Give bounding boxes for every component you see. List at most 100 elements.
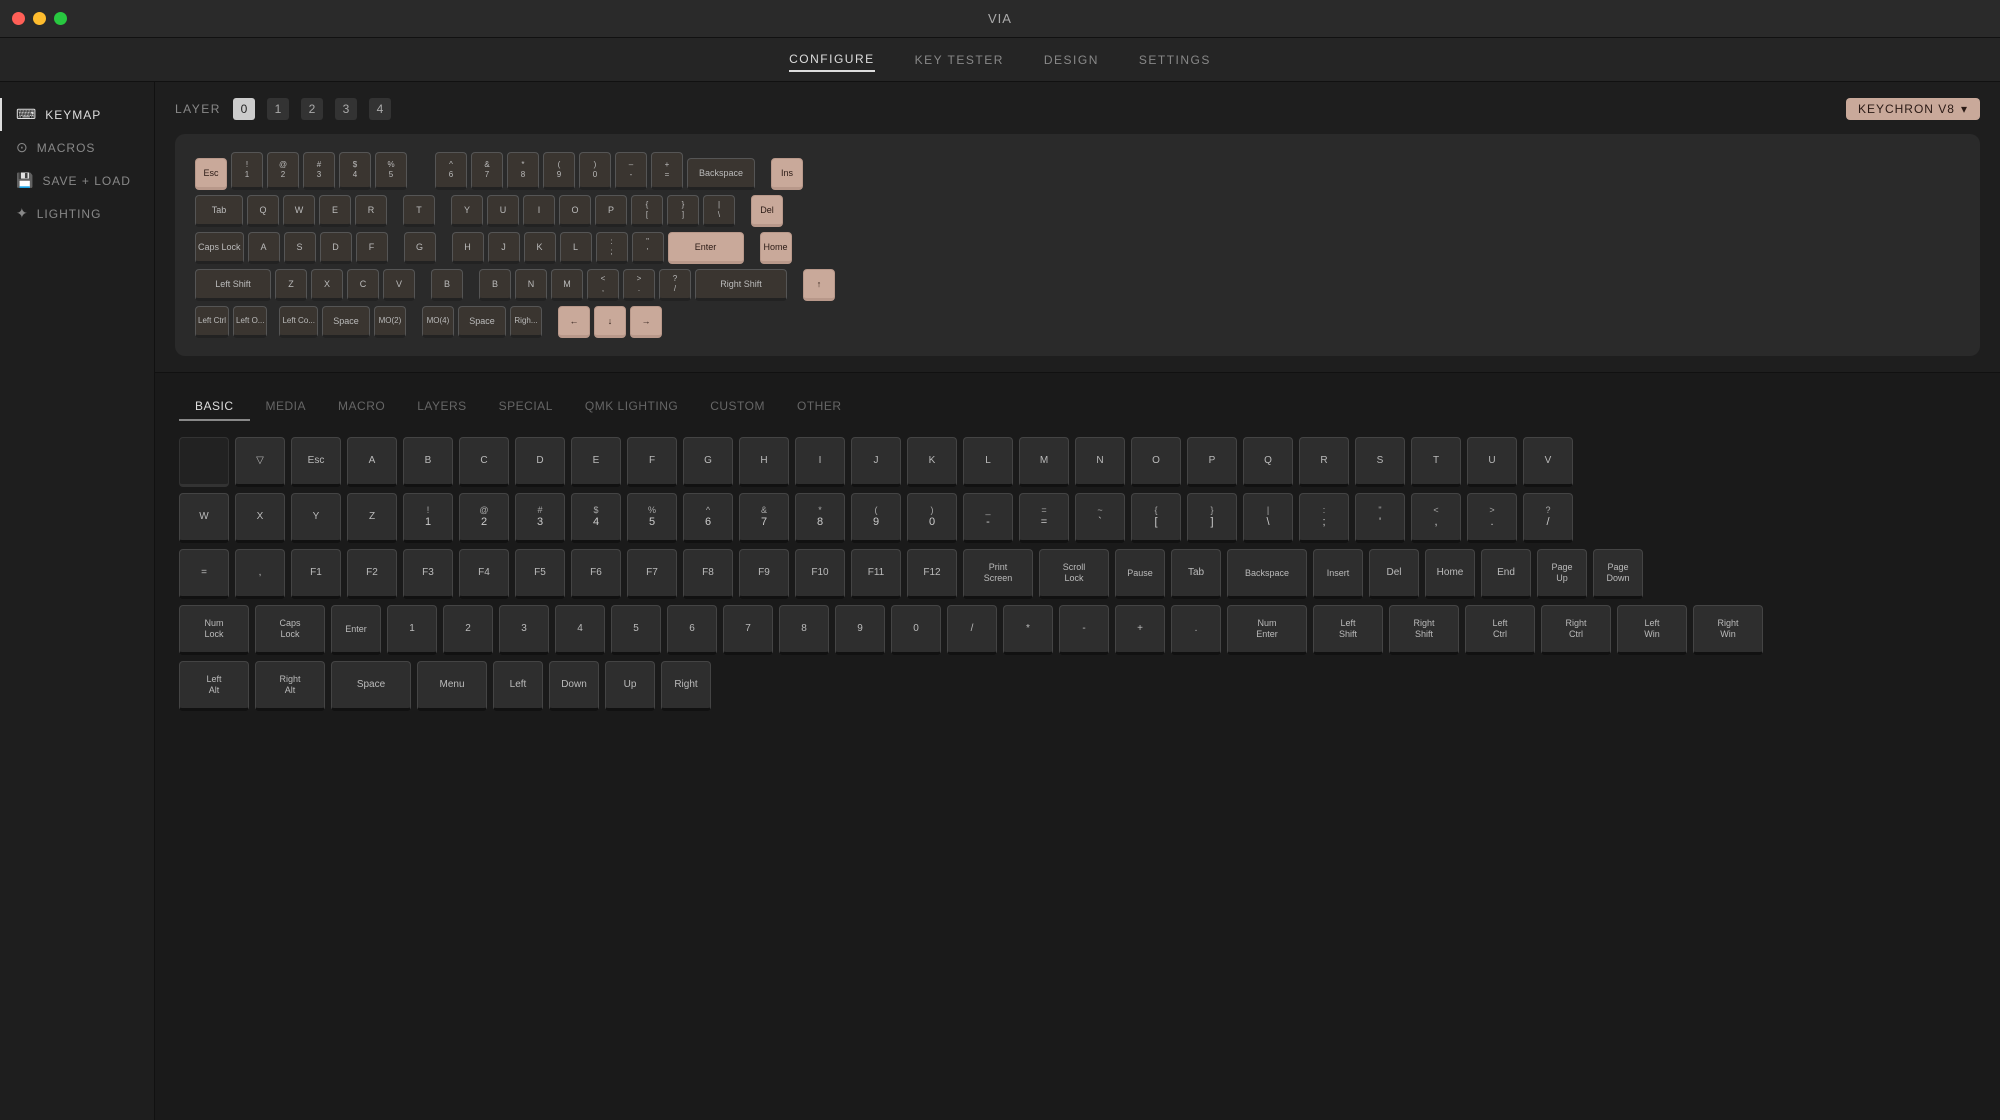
key-y[interactable]: Y [451,195,483,227]
panel-key-f1[interactable]: F1 [291,549,341,599]
panel-key-num2[interactable]: 2 [443,605,493,655]
key-9[interactable]: (9 [543,152,575,190]
key-lctrl[interactable]: Left Ctrl [195,306,229,338]
key-1[interactable]: !1 [231,152,263,190]
key-i[interactable]: I [523,195,555,227]
key-h[interactable]: H [452,232,484,264]
key-lmeta[interactable]: Left Co... [279,306,317,338]
device-badge[interactable]: KEYCHRON V8 ▾ [1846,98,1980,120]
key-period[interactable]: >. [623,269,655,301]
panel-key-equals[interactable]: == [1019,493,1069,543]
panel-key-colon[interactable]: :; [1299,493,1349,543]
panel-nav-custom[interactable]: CUSTOM [694,393,781,421]
panel-key-rctrl[interactable]: RightCtrl [1541,605,1611,655]
key-r[interactable]: R [355,195,387,227]
panel-key-v[interactable]: V [1523,437,1573,487]
key-backslash[interactable]: |\ [703,195,735,227]
key-up[interactable]: ↑ [803,269,835,301]
panel-key-t[interactable]: T [1411,437,1461,487]
panel-key-tab[interactable]: Tab [1171,549,1221,599]
key-7[interactable]: &7 [471,152,503,190]
panel-key-f11[interactable]: F11 [851,549,901,599]
panel-key-d[interactable]: D [515,437,565,487]
maximize-button[interactable] [54,12,67,25]
key-equals[interactable]: += [651,152,683,190]
panel-key-u[interactable]: U [1467,437,1517,487]
panel-key-num4[interactable]: 4 [555,605,605,655]
panel-key-backslash[interactable]: |\ [1243,493,1293,543]
panel-key-6[interactable]: ^6 [683,493,733,543]
panel-key-y[interactable]: Y [291,493,341,543]
key-n[interactable]: N [515,269,547,301]
sidebar-item-save-load[interactable]: 💾 SAVE + LOAD [0,164,154,197]
nav-design[interactable]: DESIGN [1044,49,1099,71]
key-v[interactable]: V [383,269,415,301]
key-d[interactable]: D [320,232,352,264]
key-down[interactable]: ↓ [594,306,626,338]
panel-key-9[interactable]: (9 [851,493,901,543]
panel-key-menu[interactable]: Menu [417,661,487,711]
layer-btn-3[interactable]: 3 [335,98,357,120]
panel-key-p[interactable]: P [1187,437,1237,487]
panel-key-num1[interactable]: 1 [387,605,437,655]
panel-key-l[interactable]: L [963,437,1013,487]
key-p[interactable]: P [595,195,627,227]
panel-key-num8[interactable]: 8 [779,605,829,655]
panel-key-comma[interactable]: , [235,549,285,599]
panel-key-0[interactable]: )0 [907,493,957,543]
key-home[interactable]: Home [760,232,792,264]
key-tab[interactable]: Tab [195,195,243,227]
key-ralt[interactable]: Righ... [510,306,542,338]
key-5[interactable]: %5 [375,152,407,190]
panel-key-g[interactable]: G [683,437,733,487]
panel-key-pause[interactable]: Pause [1115,549,1165,599]
panel-key-3[interactable]: #3 [515,493,565,543]
panel-key-z[interactable]: Z [347,493,397,543]
panel-key-num0[interactable]: 0 [891,605,941,655]
panel-key-pagedown[interactable]: PageDown [1593,549,1643,599]
key-right[interactable]: → [630,306,662,338]
panel-key-num5[interactable]: 5 [611,605,661,655]
key-ins[interactable]: Ins [771,158,803,190]
panel-key-empty[interactable] [179,437,229,487]
panel-key-numminus[interactable]: - [1059,605,1109,655]
key-o[interactable]: O [559,195,591,227]
panel-key-lctrl[interactable]: LeftCtrl [1465,605,1535,655]
key-quote[interactable]: "' [632,232,664,264]
panel-key-left[interactable]: Left [493,661,543,711]
panel-key-f7[interactable]: F7 [627,549,677,599]
panel-key-f9[interactable]: F9 [739,549,789,599]
panel-key-k[interactable]: K [907,437,957,487]
panel-key-ralt[interactable]: RightAlt [255,661,325,711]
panel-nav-media[interactable]: MEDIA [250,393,323,421]
key-0[interactable]: )0 [579,152,611,190]
key-space-l[interactable]: Space [322,306,370,338]
panel-key-f4[interactable]: F4 [459,549,509,599]
panel-key-esc[interactable]: Esc [291,437,341,487]
panel-key-numlock[interactable]: NumLock [179,605,249,655]
key-q[interactable]: Q [247,195,279,227]
key-z[interactable]: Z [275,269,307,301]
panel-key-f2[interactable]: F2 [347,549,397,599]
panel-key-space[interactable]: Space [331,661,411,711]
panel-key-num3[interactable]: 3 [499,605,549,655]
sidebar-item-lighting[interactable]: ✦ LIGHTING [0,197,154,230]
key-g[interactable]: G [404,232,436,264]
panel-key-minus[interactable]: _- [963,493,1013,543]
panel-key-pageup[interactable]: PageUp [1537,549,1587,599]
key-k[interactable]: K [524,232,556,264]
panel-key-8[interactable]: *8 [795,493,845,543]
layer-btn-0[interactable]: 0 [233,98,255,120]
panel-key-x[interactable]: X [235,493,285,543]
panel-key-r[interactable]: R [1299,437,1349,487]
panel-key-lwin[interactable]: LeftWin [1617,605,1687,655]
key-3[interactable]: #3 [303,152,335,190]
panel-key-num9[interactable]: 9 [835,605,885,655]
key-slash[interactable]: ?/ [659,269,691,301]
key-b-left[interactable]: B [431,269,463,301]
key-mo4[interactable]: MO(4) [422,306,454,338]
key-4[interactable]: $4 [339,152,371,190]
panel-nav-qmk-lighting[interactable]: QMK LIGHTING [569,393,694,421]
key-rshift[interactable]: Right Shift [695,269,787,301]
panel-key-f10[interactable]: F10 [795,549,845,599]
